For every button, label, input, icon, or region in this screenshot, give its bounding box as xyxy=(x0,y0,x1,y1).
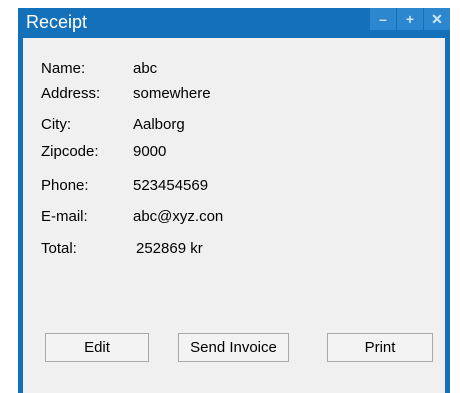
total-label: Total: xyxy=(41,240,77,257)
email-label: E-mail: xyxy=(41,208,88,225)
address-value: somewhere xyxy=(133,85,211,102)
name-label: Name: xyxy=(41,60,86,77)
window-controls: – + ✕ xyxy=(369,8,450,34)
total-value: 252869 kr xyxy=(136,240,203,257)
city-value: Aalborg xyxy=(133,116,185,133)
send-invoice-button[interactable]: Send Invoice xyxy=(178,333,289,362)
print-button[interactable]: Print xyxy=(327,333,433,362)
title-bar[interactable]: Receipt – + ✕ xyxy=(18,8,450,36)
phone-value: 523454569 xyxy=(133,177,209,194)
email-value: abc@xyz.con xyxy=(133,208,224,225)
zipcode-label: Zipcode: xyxy=(41,143,99,160)
zipcode-value: 9000 xyxy=(133,143,167,160)
minimize-icon[interactable]: – xyxy=(370,8,396,30)
receipt-content: Name: abc Address: somewhere City: Aalbo… xyxy=(23,38,445,393)
receipt-window: Receipt – + ✕ Name: abc Address: somewhe… xyxy=(18,8,450,393)
city-label: City: xyxy=(41,116,71,133)
phone-label: Phone: xyxy=(41,177,89,194)
close-icon[interactable]: ✕ xyxy=(424,8,450,30)
maximize-icon[interactable]: + xyxy=(397,8,423,30)
name-value: abc xyxy=(133,60,158,77)
window-title: Receipt xyxy=(26,12,88,32)
edit-button[interactable]: Edit xyxy=(45,333,149,362)
address-label: Address: xyxy=(41,85,101,102)
